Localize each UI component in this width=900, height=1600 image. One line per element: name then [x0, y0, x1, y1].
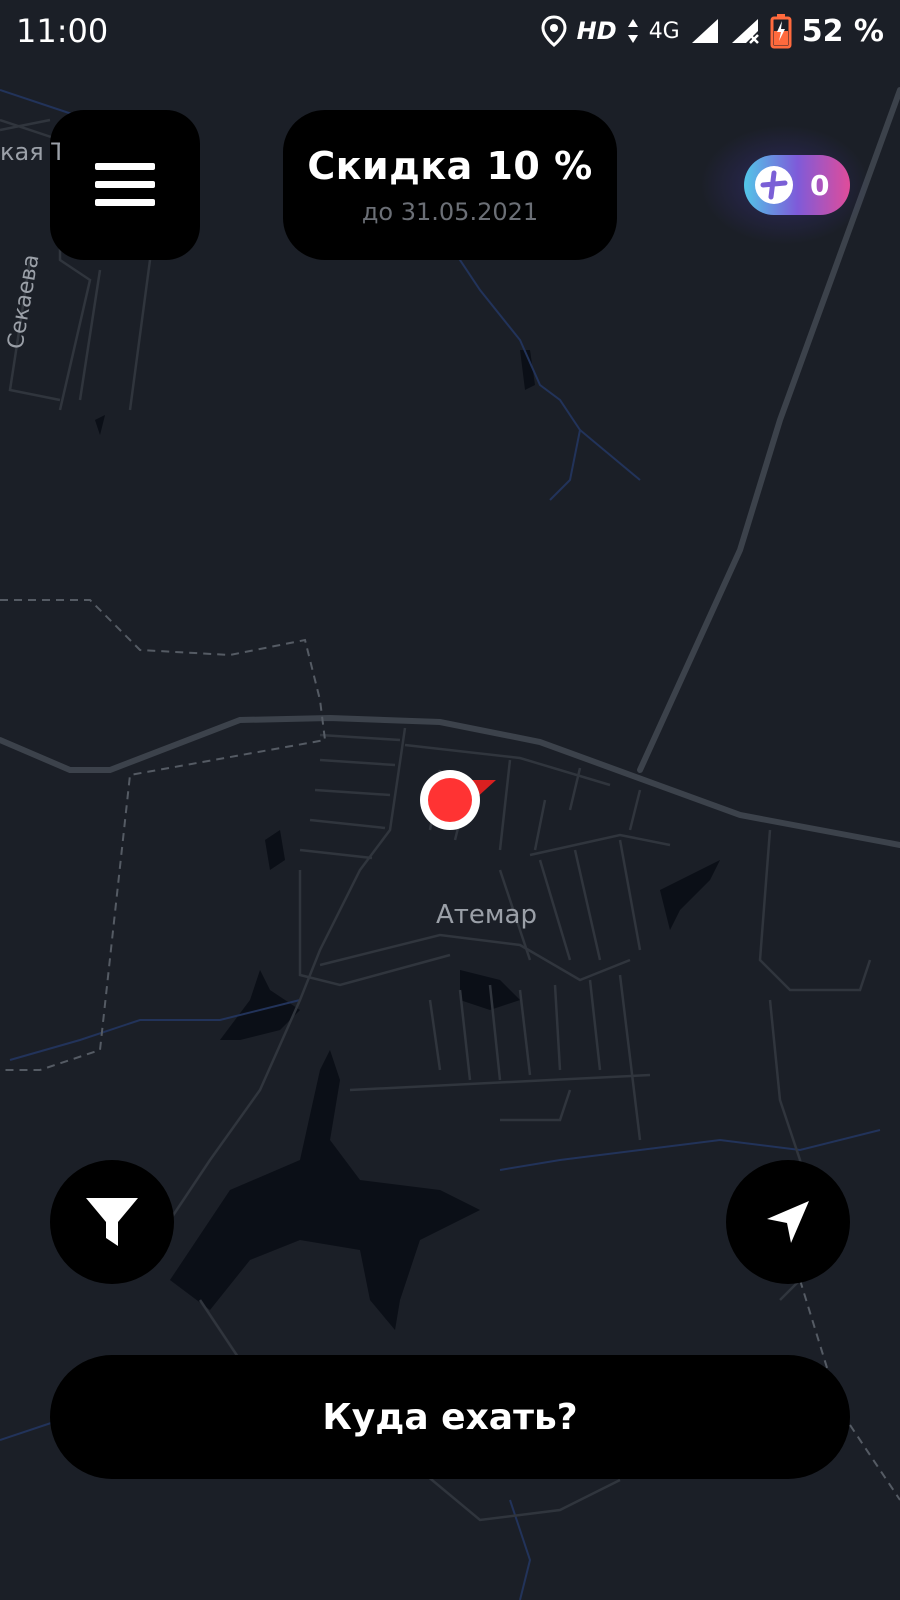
- promo-discount-card[interactable]: Скидка 10 % до 31.05.2021: [283, 110, 617, 260]
- navigation-arrow-icon: [763, 1197, 813, 1247]
- status-time: 11:00: [16, 12, 109, 50]
- data-arrows-icon: [627, 17, 639, 45]
- hamburger-icon: [95, 163, 155, 207]
- promo-title: Скидка 10 %: [307, 144, 593, 188]
- street-label-2: Секаева: [3, 252, 44, 351]
- where-to-button[interactable]: Куда ехать?: [50, 1355, 850, 1479]
- battery-charging-icon: [770, 13, 792, 49]
- status-icons: HD 4G 52 %: [541, 13, 884, 49]
- signal-icon: [690, 17, 720, 45]
- user-location-marker[interactable]: [418, 768, 496, 832]
- signal-no-service-icon: [730, 17, 760, 45]
- street-label-1: кая Т: [0, 138, 60, 166]
- plus-icon: [754, 165, 794, 205]
- filter-icon: [84, 1194, 140, 1250]
- street-labels: кая Т Секаева: [0, 138, 60, 351]
- plus-count: 0: [810, 168, 830, 202]
- locate-me-button[interactable]: [726, 1160, 850, 1284]
- plus-points-badge[interactable]: 0: [744, 155, 850, 215]
- battery-percent: 52 %: [801, 13, 884, 49]
- place-label: Атемар: [436, 900, 537, 930]
- menu-button[interactable]: [50, 110, 200, 260]
- status-bar: 11:00 HD 4G 52 %: [0, 0, 900, 62]
- network-type: 4G: [648, 18, 680, 44]
- filter-button[interactable]: [50, 1160, 174, 1284]
- promo-expiry: до 31.05.2021: [361, 198, 539, 226]
- hd-icon: HD: [576, 17, 617, 45]
- location-icon: [541, 15, 567, 47]
